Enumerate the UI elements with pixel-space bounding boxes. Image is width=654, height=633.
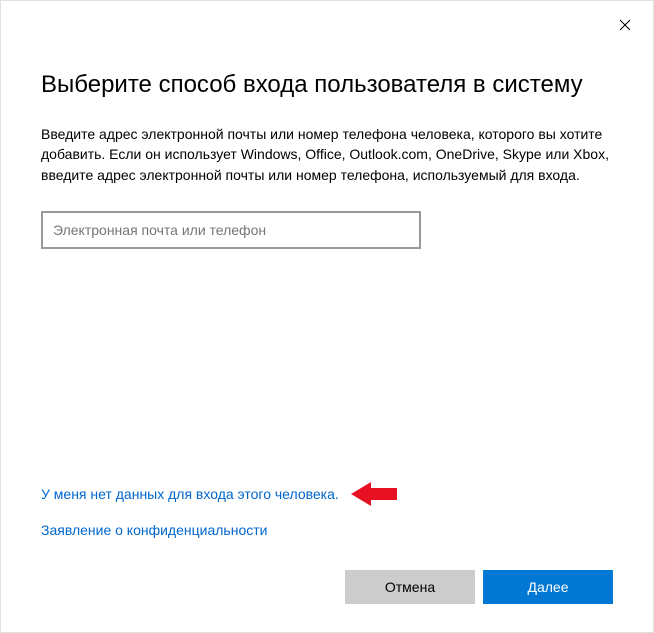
privacy-statement-link[interactable]: Заявление о конфиденциальности	[41, 522, 267, 538]
dialog-description: Введите адрес электронной почты или номе…	[41, 124, 613, 185]
close-icon	[619, 19, 631, 31]
cancel-button[interactable]: Отмена	[345, 570, 475, 604]
dialog-title: Выберите способ входа пользователя в сис…	[41, 69, 613, 100]
dialog-footer: Отмена Далее	[1, 570, 653, 632]
dialog-content: Выберите способ входа пользователя в сис…	[1, 1, 653, 570]
no-signin-info-link[interactable]: У меня нет данных для входа этого челове…	[41, 486, 339, 502]
arrow-left-icon	[351, 480, 397, 508]
arrow-annotation	[351, 480, 397, 508]
add-user-dialog: Выберите способ входа пользователя в сис…	[0, 0, 654, 633]
next-button[interactable]: Далее	[483, 570, 613, 604]
email-phone-input[interactable]	[41, 211, 421, 249]
link-row: Заявление о конфиденциальности	[41, 522, 613, 538]
spacer	[41, 249, 613, 480]
links-section: У меня нет данных для входа этого челове…	[41, 480, 613, 570]
close-button[interactable]	[609, 9, 641, 41]
link-row: У меня нет данных для входа этого челове…	[41, 480, 613, 508]
